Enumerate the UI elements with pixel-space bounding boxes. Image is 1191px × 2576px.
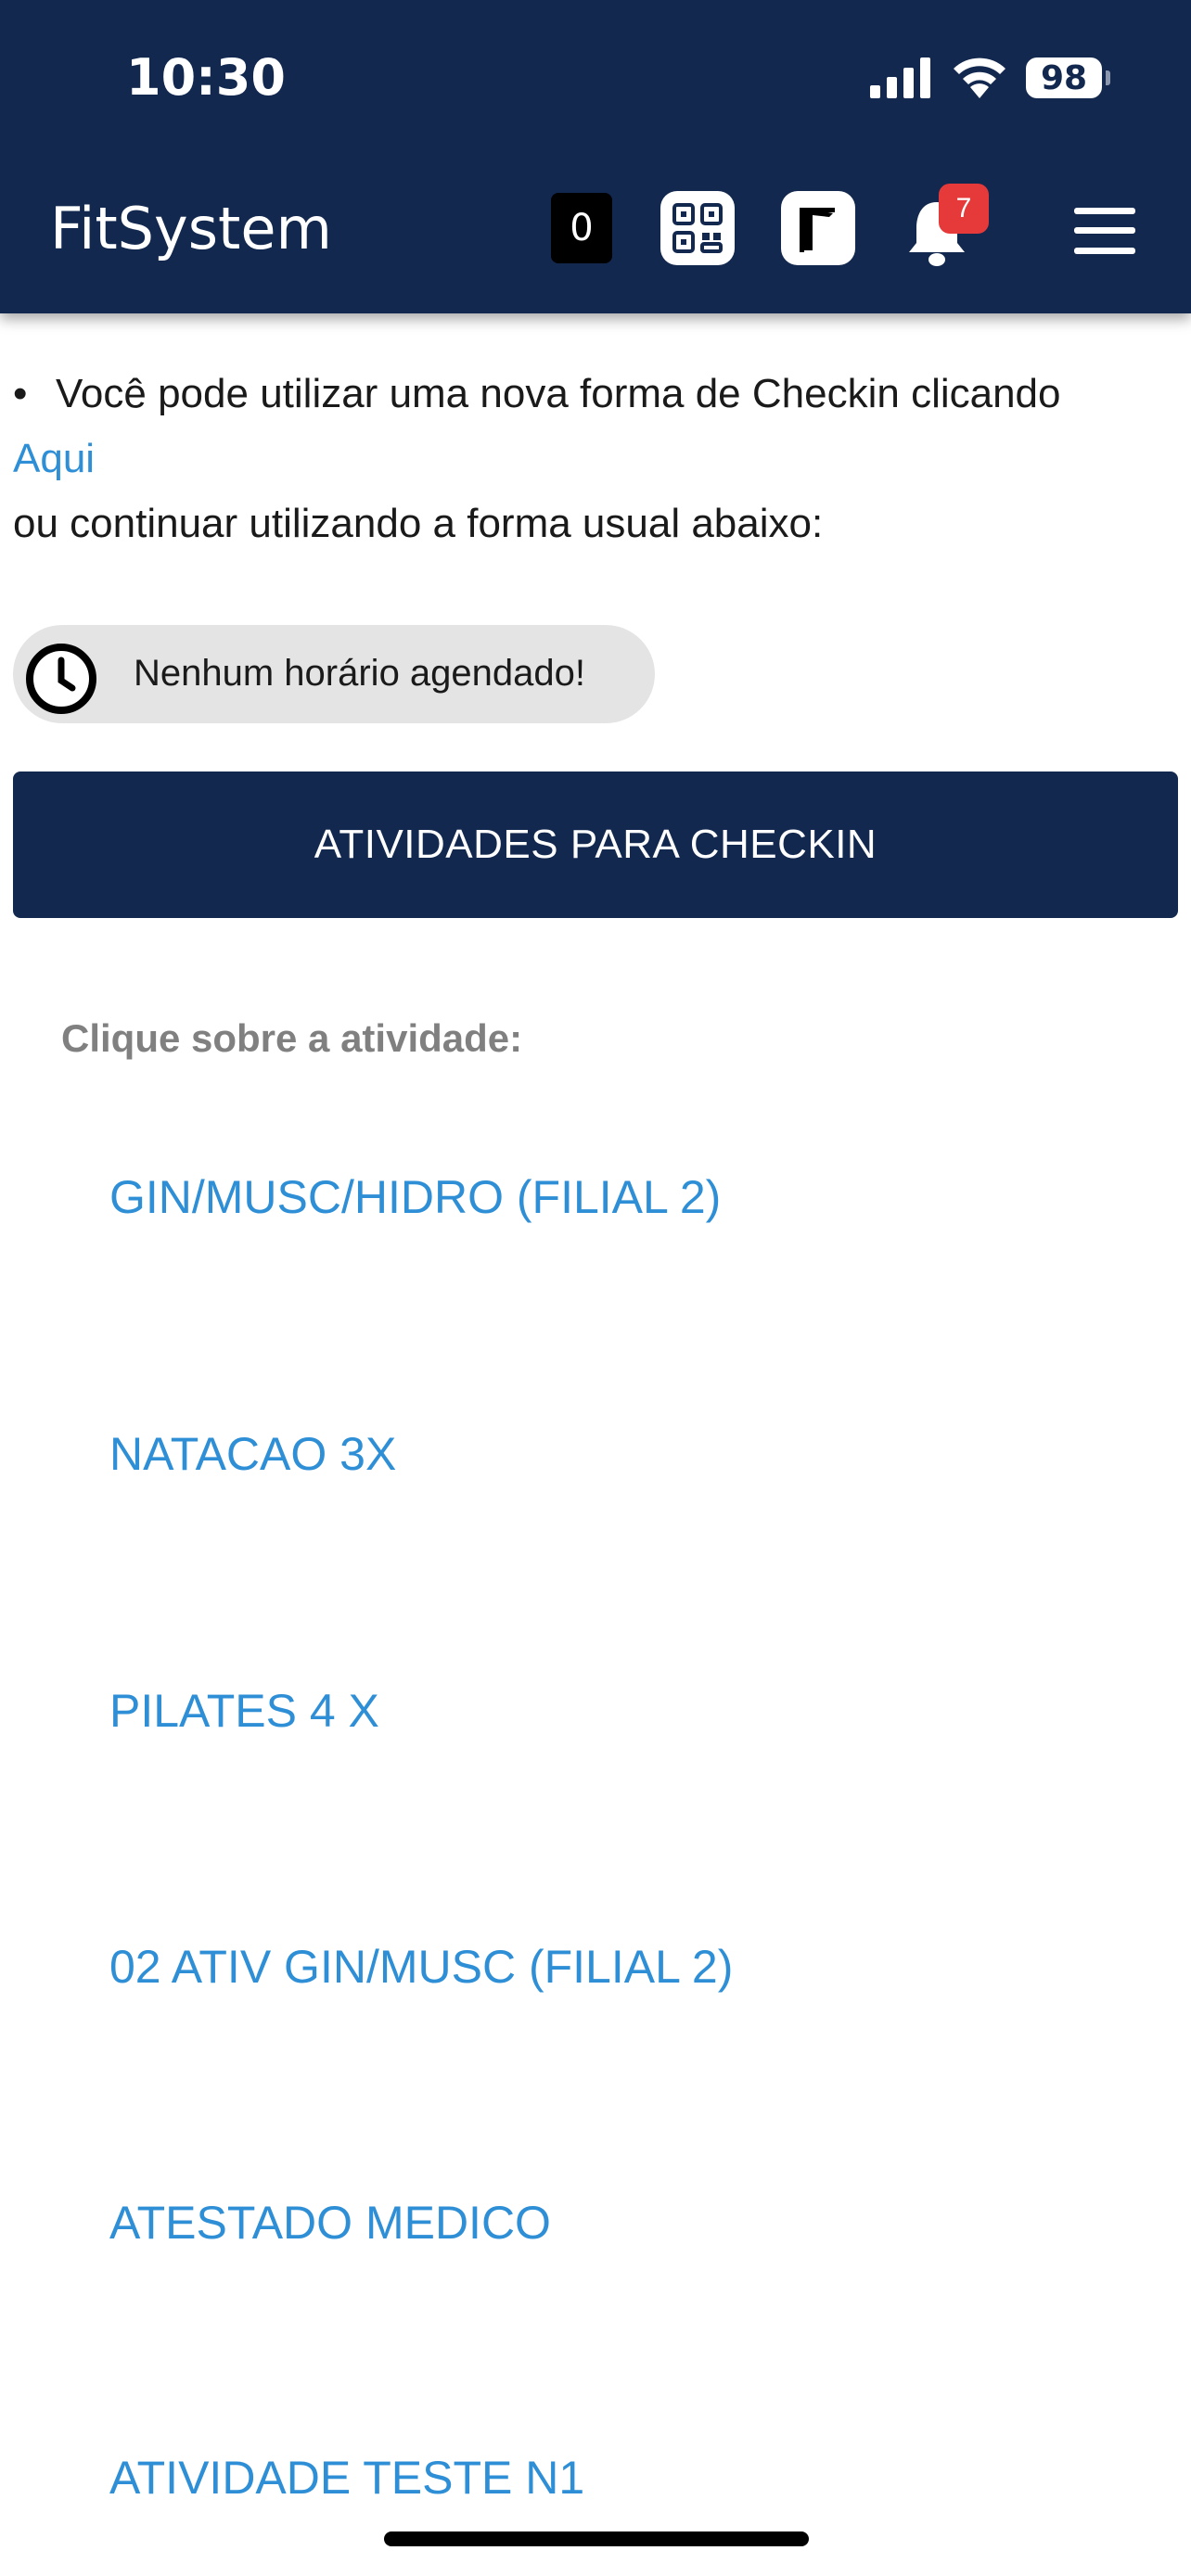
qr-code-button[interactable] [660,191,735,265]
app-header: 10:30 98 FitSystem 0 7 [0,0,1191,313]
wifi-icon [954,57,1005,98]
status-time: 10:30 [126,48,286,107]
activity-link[interactable]: ATIVIDADE TESTE N1 [109,2451,584,2505]
activity-link[interactable]: ATESTADO MEDICO [109,2196,551,2250]
battery-nub [1106,70,1110,85]
counter-badge[interactable]: 0 [551,193,612,263]
qr-code-icon [672,203,723,253]
cellular-signal-icon [870,57,930,98]
checkin-door-button[interactable] [781,191,855,265]
app-title: FitSystem [50,195,332,262]
clock-icon [26,644,96,714]
activities-checkin-button[interactable]: ATIVIDADES PARA CHECKIN [13,772,1178,918]
notification-count-badge: 7 [939,184,989,234]
battery-indicator: 98 [1026,57,1102,98]
schedule-status-text: Nenhum horário agendado! [134,653,586,694]
menu-icon[interactable] [1074,208,1135,254]
new-checkin-link[interactable]: Aqui [13,427,95,491]
activity-link[interactable]: 02 ATIV GIN/MUSC (FILIAL 2) [109,1940,733,1994]
activity-prompt: Clique sobre a atividade: [61,1016,523,1060]
info-text: Você pode utilizar uma nova forma de Che… [56,371,1061,416]
bullet-point: • [13,371,28,416]
info-text-continue: ou continuar utilizando a forma usual ab… [13,501,824,546]
activity-link[interactable]: GIN/MUSC/HIDRO (FILIAL 2) [109,1170,721,1224]
activity-link[interactable]: NATACAO 3X [109,1427,396,1481]
home-indicator [384,2531,809,2546]
door-icon [800,208,835,252]
schedule-status-chip: Nenhum horário agendado! [13,625,655,723]
activity-link[interactable]: PILATES 4 X [109,1684,379,1738]
